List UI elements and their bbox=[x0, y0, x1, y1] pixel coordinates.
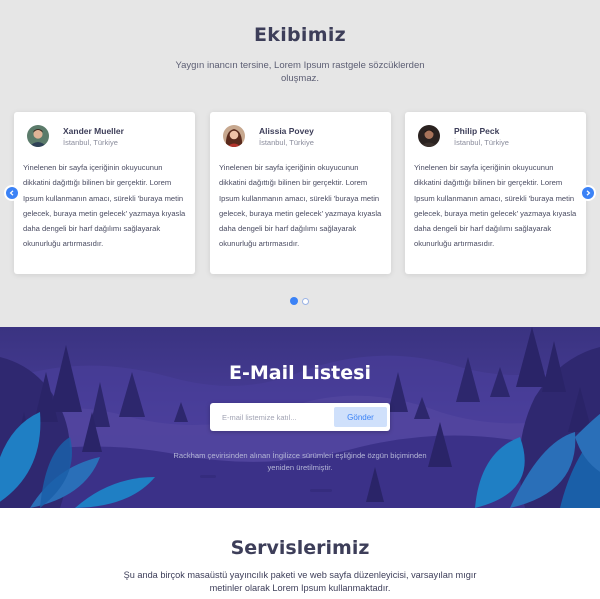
member-name: Alissia Povey bbox=[259, 126, 314, 136]
chevron-left-icon bbox=[9, 190, 14, 196]
avatar bbox=[223, 125, 245, 147]
team-title: Ekibimiz bbox=[253, 24, 346, 46]
team-card: Alissia Povey İstanbul, Türkiye Yinelene… bbox=[210, 112, 391, 274]
team-subtitle: Yaygın inancın tersine, Lorem Ipsum rast… bbox=[175, 60, 425, 84]
team-card: Philip Peck İstanbul, Türkiye Yinelenen … bbox=[405, 112, 586, 274]
member-location: İstanbul, Türkiye bbox=[259, 138, 314, 147]
member-location: İstanbul, Türkiye bbox=[63, 138, 118, 147]
team-card: Xander Mueller İstanbul, Türkiye Yinelen… bbox=[14, 112, 195, 274]
team-section: Ekibimiz Yaygın inancın tersine, Lorem I… bbox=[0, 0, 600, 327]
member-name: Philip Peck bbox=[454, 126, 500, 136]
member-name: Xander Mueller bbox=[63, 126, 124, 136]
carousel-prev-button[interactable] bbox=[6, 187, 18, 199]
carousel-next-button[interactable] bbox=[582, 187, 594, 199]
services-subtitle: Şu anda birçok masaüstü yayıncılık paket… bbox=[123, 570, 477, 593]
newsletter-title: E-Mail Listesi bbox=[229, 362, 371, 384]
newsletter-note: Rackham çevirisinden alınan İngilizce sü… bbox=[173, 451, 427, 472]
avatar bbox=[27, 125, 49, 147]
member-quote: Yinelenen bir sayfa içeriğinin okuyucunu… bbox=[219, 163, 382, 249]
avatar bbox=[418, 125, 440, 147]
newsletter-form: Gönder bbox=[210, 403, 390, 431]
carousel-dot-active[interactable] bbox=[290, 297, 298, 305]
member-location: İstanbul, Türkiye bbox=[454, 138, 509, 147]
member-quote: Yinelenen bir sayfa içeriğinin okuyucunu… bbox=[414, 163, 577, 249]
email-input[interactable] bbox=[218, 407, 338, 427]
services-title: Servislerimiz bbox=[230, 537, 370, 559]
carousel-dot[interactable] bbox=[302, 297, 309, 305]
member-quote: Yinelenen bir sayfa içeriğinin okuyucunu… bbox=[23, 163, 186, 249]
send-button[interactable]: Gönder bbox=[334, 407, 387, 427]
chevron-right-icon bbox=[586, 190, 591, 196]
